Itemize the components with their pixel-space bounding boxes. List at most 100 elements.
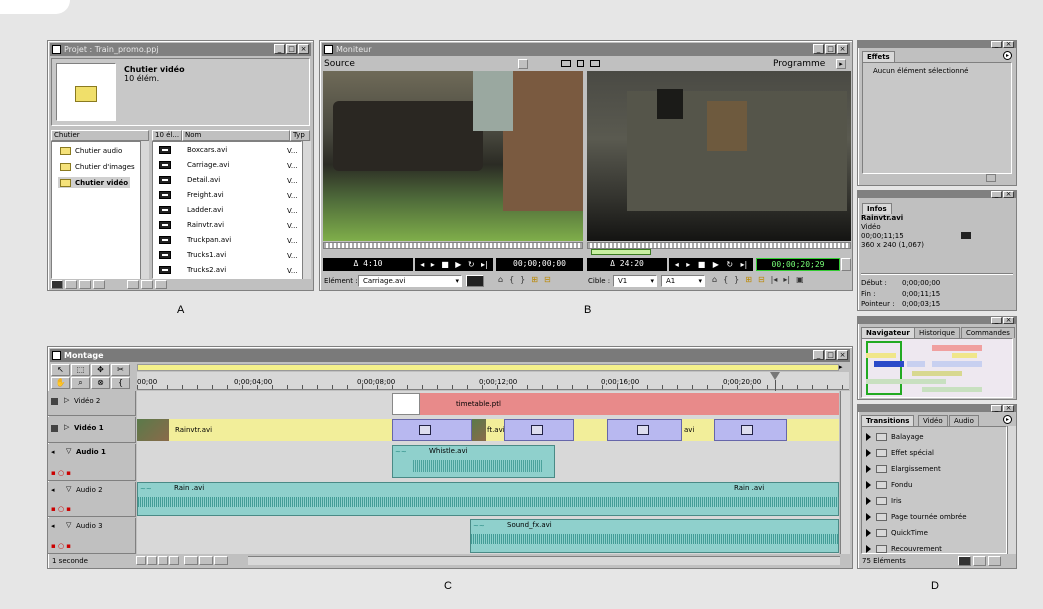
work-area-bar[interactable]: [137, 364, 839, 371]
collapse-track-icon[interactable]: ▽: [66, 521, 71, 529]
col-header-bin[interactable]: Chutier: [51, 130, 149, 141]
file-row[interactable]: Detail.avi: [159, 175, 220, 184]
set-out-icon[interactable]: }: [734, 275, 739, 284]
track-header-audio2[interactable]: ◂ ▽ Audio 2 ▪ ○ ▪: [48, 482, 136, 517]
prev-edit-icon[interactable]: |◂: [771, 275, 778, 284]
timeline-titlebar[interactable]: Montage _ □ ×: [50, 349, 850, 362]
expand-track-icon[interactable]: ▷: [64, 396, 69, 404]
file-row[interactable]: Freight.avi: [159, 190, 224, 199]
collapse-track-icon[interactable]: ▽: [66, 447, 71, 455]
clip-timetable-blank[interactable]: [392, 393, 420, 415]
work-area-end-arrow[interactable]: ▸: [839, 364, 849, 371]
edit-line-marker[interactable]: [770, 372, 780, 380]
col-header-count[interactable]: 10 él...: [152, 130, 182, 141]
single-view-icon[interactable]: [577, 60, 584, 67]
loop-icon[interactable]: ↻: [468, 260, 475, 269]
target-audio-select[interactable]: A1 ▾: [661, 275, 705, 287]
maximize-button[interactable]: □: [825, 44, 836, 54]
track-format-icon[interactable]: [136, 556, 146, 565]
clip-video1-gap[interactable]: [574, 419, 607, 441]
eye-icon[interactable]: [51, 425, 58, 432]
tab-navigator[interactable]: Navigateur: [861, 327, 915, 338]
file-row[interactable]: Rainvtr.avi: [159, 220, 224, 229]
delete-icon[interactable]: [93, 280, 105, 289]
transition-item[interactable]: QuickTime: [866, 529, 928, 537]
program-inout-marker[interactable]: [591, 249, 651, 255]
find-icon[interactable]: [958, 556, 971, 566]
toggle-edge-icon[interactable]: [214, 556, 228, 565]
program-timecode[interactable]: 00;00;20;29: [756, 258, 840, 271]
clip-video1-c[interactable]: avi: [682, 419, 714, 441]
transition-item[interactable]: Iris: [866, 497, 902, 505]
clip-video1-d[interactable]: [787, 419, 839, 441]
play-inout-icon[interactable]: ▸|: [741, 260, 748, 269]
eye-icon[interactable]: [51, 398, 58, 405]
file-row[interactable]: Trucks2.avi: [159, 265, 226, 274]
new-item-icon[interactable]: [79, 280, 91, 289]
target-video-select[interactable]: V1 ▾: [613, 275, 657, 287]
step-forward-icon[interactable]: ▸: [431, 260, 435, 269]
bins-scrollbar[interactable]: [140, 141, 149, 279]
minimize-button[interactable]: _: [274, 44, 285, 54]
transition-item[interactable]: Effet spécial: [866, 449, 934, 457]
transition-item[interactable]: Balayage: [866, 433, 924, 441]
track-format-icon[interactable]: [147, 556, 157, 565]
program-video-frame[interactable]: [587, 71, 851, 241]
transition-item[interactable]: Page tournée ombrée: [866, 513, 967, 521]
file-row[interactable]: Boxcars.avi: [159, 145, 227, 154]
play-icon[interactable]: ▶: [713, 260, 719, 269]
set-in-icon[interactable]: {: [723, 275, 728, 284]
insert-icon[interactable]: ⊞: [531, 275, 538, 284]
step-back-icon[interactable]: ◂: [420, 260, 424, 269]
track-format-icon[interactable]: [158, 556, 168, 565]
effects-trash-icon[interactable]: [986, 174, 996, 182]
program-menu-button[interactable]: ▸: [836, 59, 846, 69]
clip-video1-b[interactable]: ft.avi: [486, 419, 504, 441]
tab-effects[interactable]: Effets: [862, 51, 895, 62]
bin-item-audio[interactable]: Chutier audio: [60, 146, 122, 155]
stop-icon[interactable]: ■: [698, 260, 706, 269]
thumb-view-icon[interactable]: [141, 280, 153, 289]
tab-video[interactable]: Vidéo: [918, 415, 948, 426]
tab-commands[interactable]: Commandes: [961, 327, 1015, 338]
track-header-video2[interactable]: ▷ Vidéo 2: [48, 391, 136, 416]
track-header-video1[interactable]: ▷ Vidéo 1: [48, 417, 136, 443]
bin-item-video[interactable]: Chutier vidéo: [58, 177, 131, 188]
overlay-icon[interactable]: ⊟: [544, 275, 551, 284]
transition-item[interactable]: Fondu: [866, 481, 912, 489]
transition-item[interactable]: Elargissement: [866, 465, 941, 473]
effects-menu-icon[interactable]: ▸: [1003, 51, 1012, 60]
toggle-snap-icon[interactable]: [184, 556, 198, 565]
monitor-titlebar[interactable]: Moniteur _ □ ×: [322, 43, 850, 56]
file-row[interactable]: Carriage.avi: [159, 160, 229, 169]
minimize-button[interactable]: _: [991, 405, 1002, 412]
element-select[interactable]: Carriage.avi ▾: [358, 275, 462, 287]
close-button[interactable]: ×: [837, 350, 848, 360]
timeline-scrollbar-h[interactable]: [248, 556, 840, 565]
next-edit-icon[interactable]: ▸|: [783, 275, 790, 284]
minimize-button[interactable]: _: [813, 44, 824, 54]
track-format-icon[interactable]: [169, 556, 179, 565]
source-jog-strip[interactable]: [323, 242, 583, 249]
icon-view-icon[interactable]: [155, 280, 167, 289]
fullscreen-icon[interactable]: ▣: [796, 275, 804, 284]
loop-icon[interactable]: ↻: [726, 260, 733, 269]
project-titlebar[interactable]: Projet : Train_promo.ppj _ □ ×: [50, 43, 311, 56]
speaker-icon[interactable]: ◂: [51, 448, 55, 456]
transitions-menu-icon[interactable]: ▸: [1003, 415, 1012, 424]
mark-in-icon[interactable]: ⌂: [712, 275, 717, 284]
program-jog-strip[interactable]: [587, 242, 851, 249]
maximize-button[interactable]: □: [286, 44, 297, 54]
timeline-scrollbar-v[interactable]: [840, 391, 850, 554]
razor-tool-icon[interactable]: ✂: [111, 364, 130, 376]
hand-tool-icon[interactable]: ✋: [51, 376, 70, 389]
clip-rainvtr[interactable]: Rainvtr.avi: [169, 419, 392, 441]
col-header-type[interactable]: Typ: [290, 130, 310, 141]
close-button[interactable]: ×: [1003, 317, 1014, 324]
step-forward-icon[interactable]: ▸: [686, 260, 690, 269]
clip-rain-a[interactable]: ~~ Rain .avi Rain .avi: [137, 482, 839, 516]
close-button[interactable]: ×: [1003, 405, 1014, 412]
keyframe-icons[interactable]: ▪ ○ ▪: [51, 469, 71, 477]
source-menu-button[interactable]: [518, 59, 528, 69]
play-icon[interactable]: ▶: [455, 260, 461, 269]
